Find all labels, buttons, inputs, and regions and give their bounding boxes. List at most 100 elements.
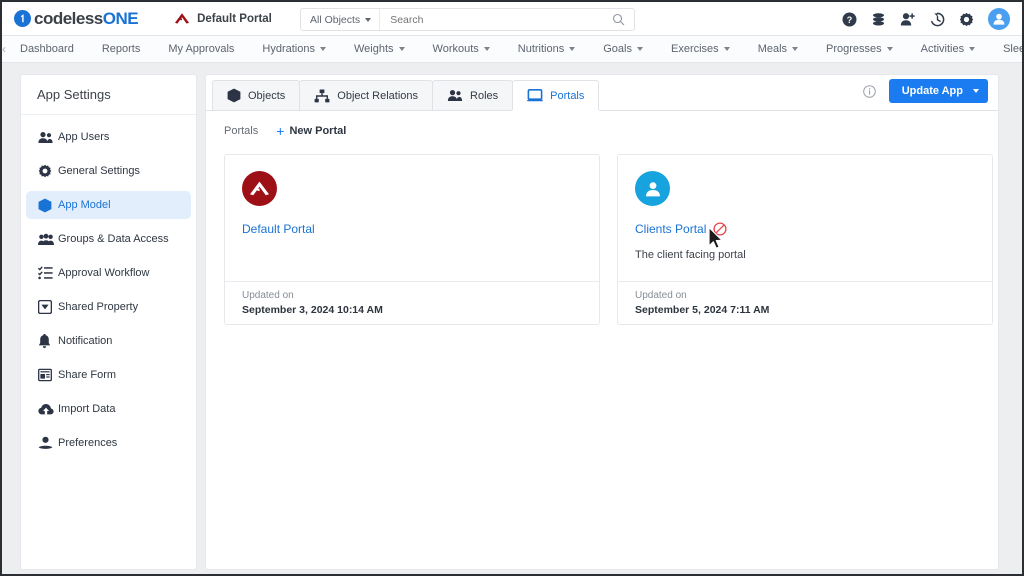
numeral-one-icon	[21, 14, 24, 23]
chevron-down-icon	[886, 47, 893, 51]
portal-card-description: The client facing portal	[635, 249, 746, 261]
nav-item-label: Weights	[353, 43, 394, 55]
nav-item-dashboard[interactable]: Dashboard	[6, 43, 88, 55]
tab-portals[interactable]: Portals	[512, 80, 600, 110]
sidebar-title: App Settings	[21, 75, 196, 115]
sidebar-item-label: Share Form	[58, 369, 117, 381]
gear-icon[interactable]	[959, 12, 974, 27]
portal-card-list: Default Portal Updated on September 3, 202…	[206, 138, 998, 325]
sidebar-item-preferences[interactable]: Preferences	[26, 429, 191, 457]
sidebar-item-approval-workflow[interactable]: Approval Workflow	[26, 259, 191, 287]
nav-item-hydrations[interactable]: Hydrations	[248, 43, 340, 55]
avatar-icon[interactable]	[988, 8, 1010, 30]
sidebar-item-import-data[interactable]: Import Data	[26, 395, 191, 423]
chevron-down-icon	[398, 47, 405, 51]
portal-card[interactable]: Clients Portal The client facing portal Up…	[617, 154, 993, 325]
nav-item-my-approvals[interactable]: My Approvals	[154, 43, 248, 55]
nav-item-progresses[interactable]: Progresses	[812, 43, 907, 55]
tab-bar-actions: Update App	[862, 79, 988, 103]
nav-item-reports[interactable]: Reports	[88, 43, 155, 55]
sidebar-item-shared-property[interactable]: Shared Property	[26, 293, 191, 321]
sidebar-item-label: General Settings	[58, 165, 140, 177]
nav-item-meals[interactable]: Meals	[744, 43, 812, 55]
roles-icon	[447, 89, 463, 102]
search-input[interactable]	[380, 9, 612, 30]
global-search[interactable]: All Objects	[300, 8, 635, 31]
tab-objects[interactable]: Objects	[212, 80, 301, 110]
nav-item-label: Activities	[920, 43, 965, 55]
portal-card[interactable]: Default Portal Updated on September 3, 202…	[224, 154, 600, 325]
cloud-upload-icon	[38, 403, 58, 416]
sidebar-item-notification[interactable]: Notification	[26, 327, 191, 355]
sidebar-item-app-users[interactable]: App Users	[26, 123, 191, 151]
block-icon[interactable]	[713, 222, 727, 236]
nav-item-label: Reports	[101, 43, 141, 55]
group-access-icon	[38, 233, 58, 246]
sidebar-item-label: App Model	[58, 199, 111, 211]
portal-card-body: Default Portal	[225, 155, 599, 281]
portal-card-title-row: Clients Portal	[635, 222, 992, 236]
history-icon[interactable]	[930, 12, 945, 27]
updated-on-label: Updated on	[635, 290, 687, 301]
nav-item-label: Sleeps	[1003, 43, 1022, 55]
breadcrumb: Portals	[224, 125, 259, 137]
tab-roles[interactable]: Roles	[432, 80, 514, 110]
relations-icon	[314, 89, 330, 103]
portal-card-body: Clients Portal The client facing portal	[618, 155, 992, 281]
chevron-down-icon	[792, 47, 799, 51]
arrow-logo-icon	[174, 12, 190, 25]
brand-text: codelessONE	[34, 8, 139, 29]
brand-logo[interactable]: codelessONE	[14, 8, 139, 29]
tab-label: Object Relations	[337, 89, 419, 102]
nav-item-label: Nutritions	[517, 43, 565, 55]
search-scope-dropdown[interactable]: All Objects	[301, 9, 381, 30]
sidebar-item-label: Preferences	[58, 437, 118, 449]
info-icon[interactable]	[862, 84, 876, 98]
plus-icon: +	[276, 123, 285, 139]
sidebar-item-label: Approval Workflow	[58, 267, 150, 279]
new-portal-button[interactable]: + New Portal	[276, 124, 346, 138]
chevron-down-icon	[483, 47, 490, 51]
database-icon[interactable]	[871, 12, 886, 27]
portal-card-title-link[interactable]: Default Portal	[242, 222, 315, 236]
brand-suffix: ONE	[102, 8, 139, 28]
checklist-icon	[38, 266, 58, 280]
nav-item-exercises[interactable]: Exercises	[657, 43, 744, 55]
sidebar-item-groups-data-access[interactable]: Groups & Data Access	[26, 225, 191, 253]
nav-item-label: Hydrations	[262, 43, 315, 55]
current-portal-chip[interactable]: Default Portal	[174, 12, 272, 25]
portal-card-footer: Updated on September 5, 2024 7:11 AM	[618, 281, 992, 324]
gear-icon	[38, 164, 58, 178]
portal-screen-icon	[527, 89, 543, 102]
update-app-button[interactable]: Update App	[888, 79, 988, 103]
help-icon[interactable]: ?	[842, 12, 857, 27]
header-icon-group: ?	[842, 2, 1010, 36]
add-user-icon[interactable]	[900, 12, 916, 27]
portal-card-title-link[interactable]: Clients Portal	[635, 222, 706, 236]
search-icon[interactable]	[612, 13, 625, 26]
nav-item-activities[interactable]: Activities	[907, 43, 989, 55]
updated-on-label: Updated on	[242, 290, 294, 301]
nav-item-label: Goals	[603, 43, 632, 55]
sidebar-item-label: App Users	[58, 131, 110, 143]
update-app-label: Update App	[901, 85, 963, 97]
nav-item-goals[interactable]: Goals	[589, 43, 657, 55]
browser-window: codelessONE Default Portal All Objects S…	[0, 0, 1024, 576]
sidebar-item-share-form[interactable]: Share Form	[26, 361, 191, 389]
brand-mark-icon	[14, 10, 31, 27]
portal-card-title-row: Default Portal	[242, 222, 599, 236]
sidebar-item-general-settings[interactable]: General Settings	[26, 157, 191, 185]
updated-on-value: September 5, 2024 7:11 AM	[635, 304, 770, 316]
sidebar-item-app-model[interactable]: App Model	[26, 191, 191, 219]
search-scope-label: All Objects	[310, 13, 361, 26]
app-header: codelessONE Default Portal All Objects S…	[2, 2, 1022, 36]
nav-item-workouts[interactable]: Workouts	[419, 43, 504, 55]
nav-item-sleeps[interactable]: Sleeps	[989, 43, 1022, 55]
chevron-down-icon	[637, 47, 643, 51]
nav-item-weights[interactable]: Weights	[340, 43, 419, 55]
person-icon	[635, 171, 670, 206]
tab-object-relations[interactable]: Object Relations	[299, 80, 434, 110]
nav-item-nutritions[interactable]: Nutritions	[504, 43, 589, 55]
chevron-down-icon	[319, 47, 326, 51]
dropdown-caret-icon[interactable]	[973, 89, 979, 93]
